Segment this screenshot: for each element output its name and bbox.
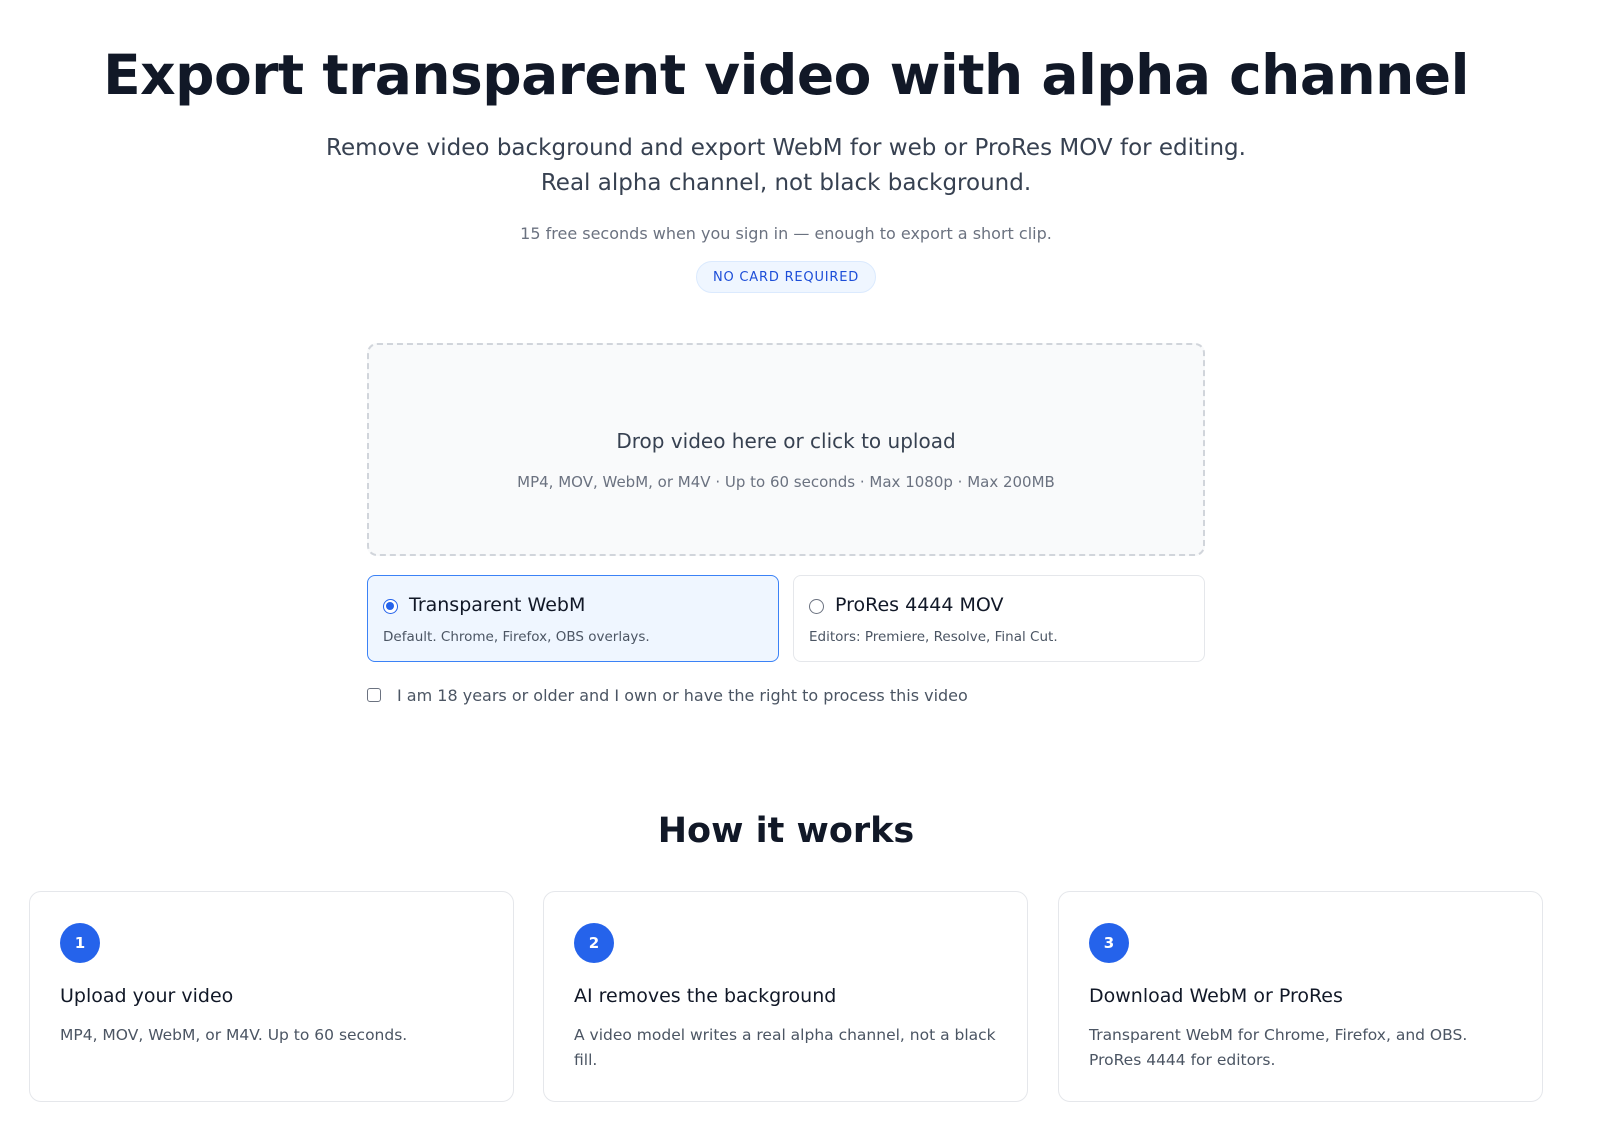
- step-card: 3 Download WebM or ProRes Transparent We…: [1058, 891, 1543, 1102]
- format-option-description: Default. Chrome, Firefox, OBS overlays.: [383, 629, 650, 645]
- step-description: A video model writes a real alpha channe…: [574, 1026, 996, 1069]
- step-description: Transparent WebM for Chrome, Firefox, an…: [1089, 1026, 1468, 1069]
- upload-dropzone[interactable]: Drop video here or click to upload MP4, …: [367, 343, 1205, 556]
- step-number-badge: 1: [60, 923, 100, 963]
- step-number-badge: 2: [574, 923, 614, 963]
- step-title: Download WebM or ProRes: [1089, 985, 1343, 1007]
- dropzone-title: Drop video here or click to upload: [616, 429, 956, 453]
- consent-row: I am 18 years or older and I own or have…: [367, 684, 968, 706]
- step-description: MP4, MOV, WebM, or M4V. Up to 60 seconds…: [60, 1026, 408, 1044]
- webm-radio[interactable]: [383, 599, 398, 614]
- format-option-description: Editors: Premiere, Resolve, Final Cut.: [809, 629, 1058, 645]
- step-title: Upload your video: [60, 985, 234, 1007]
- prores-radio[interactable]: [809, 599, 824, 614]
- step-card: 1 Upload your video MP4, MOV, WebM, or M…: [29, 891, 514, 1102]
- page-subtitle: Remove video background and export WebM …: [326, 135, 1246, 196]
- free-seconds-note: 15 free seconds when you sign in — enoug…: [520, 224, 1052, 243]
- step-number-badge: 3: [1089, 923, 1129, 963]
- consent-label[interactable]: I am 18 years or older and I own or have…: [397, 686, 968, 705]
- dropzone-hint: MP4, MOV, WebM, or M4V · Up to 60 second…: [517, 473, 1055, 491]
- how-it-works-title: How it works: [657, 811, 915, 851]
- format-option-prores[interactable]: ProRes 4444 MOV Editors: Premiere, Resol…: [793, 575, 1205, 662]
- page-title: Export transparent video with alpha chan…: [103, 43, 1469, 107]
- consent-checkbox[interactable]: [367, 688, 381, 702]
- format-option-title: Transparent WebM: [409, 594, 586, 616]
- format-option-webm[interactable]: Transparent WebM Default. Chrome, Firefo…: [367, 575, 779, 662]
- no-card-badge: NO CARD REQUIRED: [696, 261, 876, 293]
- format-option-title: ProRes 4444 MOV: [835, 594, 1004, 616]
- step-card: 2 AI removes the background A video mode…: [543, 891, 1028, 1102]
- step-title: AI removes the background: [574, 985, 837, 1007]
